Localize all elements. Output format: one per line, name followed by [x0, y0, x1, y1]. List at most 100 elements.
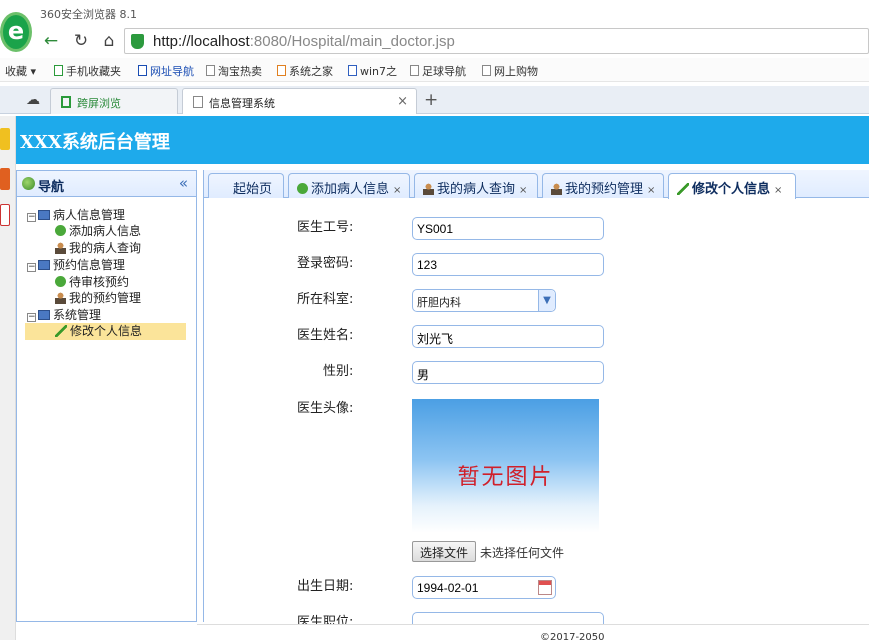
- bookmark-football[interactable]: 足球导航: [410, 63, 466, 79]
- back-arrow-icon[interactable]: ←: [40, 30, 62, 52]
- no-image-text: 暂无图片: [457, 465, 554, 490]
- tree-group-system[interactable]: − 系统管理: [27, 307, 101, 324]
- tree-group-patients[interactable]: − 病人信息管理: [27, 207, 125, 224]
- bookmark-favorites[interactable]: 收藏 ▾: [5, 63, 36, 79]
- department-select[interactable]: 肝胆内科 ▼: [412, 289, 556, 312]
- bookmark-nav[interactable]: 网址导航: [138, 63, 194, 79]
- tree-item-edit-profile[interactable]: 修改个人信息: [25, 323, 186, 340]
- tab-cross-screen[interactable]: 跨屏浏览: [50, 88, 178, 114]
- home-icon[interactable]: ⌂: [98, 30, 120, 52]
- content-panel: 起始页 添加病人信息 × 我的病人查询 × 我的预约管理 × 修改个人信息 × 医生工号…: [203, 170, 869, 635]
- gender-label: 性别:: [323, 364, 354, 379]
- doctor-id-input[interactable]: YS001: [412, 217, 604, 240]
- computer-icon: [38, 210, 50, 220]
- tree-item-pending-appointments[interactable]: 待审核预约: [55, 274, 129, 291]
- doctor-id-label: 医生工号:: [297, 220, 354, 235]
- app-title: XXX系统后台管理: [20, 132, 170, 153]
- page-icon: [206, 65, 215, 76]
- footer-text: ©2017-2050: [540, 632, 605, 640]
- content-tab-bar: 起始页 添加病人信息 × 我的病人查询 × 我的预约管理 × 修改个人信息 ×: [204, 170, 869, 199]
- add-icon: [297, 183, 308, 194]
- globe-icon: [22, 177, 35, 190]
- tab-info-system[interactable]: 信息管理系统 ×: [182, 88, 417, 114]
- close-icon[interactable]: ×: [774, 185, 782, 196]
- gender-input[interactable]: 男: [412, 361, 604, 384]
- browser-side-strip: [0, 116, 16, 640]
- birth-date-value: 1994-02-01: [417, 581, 479, 595]
- shield-icon: [131, 34, 144, 49]
- computer-icon: [38, 260, 50, 270]
- expand-toggle-icon[interactable]: −: [27, 213, 36, 222]
- page-icon: [138, 65, 147, 76]
- bookmarks-bar: 收藏 ▾ 手机收藏夹 网址导航 淘宝热卖 系统之家 win7之 足球导航 网上购…: [0, 58, 869, 82]
- name-input[interactable]: 刘光飞: [412, 325, 604, 348]
- add-icon: [55, 225, 66, 236]
- tab-edit-profile[interactable]: 修改个人信息 ×: [668, 173, 796, 199]
- app-header: XXX系统后台管理: [16, 116, 869, 164]
- browser-titlebar: e 360安全浏览器 8.1: [0, 0, 869, 52]
- tool-icon[interactable]: [0, 168, 10, 190]
- browser-name: 360安全浏览器 8.1: [40, 8, 137, 21]
- close-icon[interactable]: ×: [393, 185, 401, 196]
- bookmark-mobile[interactable]: 手机收藏夹: [54, 63, 121, 79]
- bookmark-shopping[interactable]: 网上购物: [482, 63, 538, 79]
- password-label: 登录密码:: [297, 256, 354, 271]
- add-icon: [55, 276, 66, 287]
- tree-item-my-appointments[interactable]: 我的预约管理: [55, 290, 141, 307]
- department-label: 所在科室:: [297, 292, 354, 307]
- pencil-icon: [677, 183, 689, 195]
- page-icon: [410, 65, 419, 76]
- choose-file-button[interactable]: 选择文件: [412, 541, 477, 562]
- avatar-label: 医生头像:: [297, 401, 354, 416]
- password-input[interactable]: 123: [412, 253, 604, 276]
- tab-my-patients[interactable]: 我的病人查询 ×: [414, 173, 538, 198]
- windows-icon: [348, 65, 357, 76]
- close-icon[interactable]: ×: [397, 94, 408, 109]
- avatar-image: 暂无图片: [412, 399, 599, 533]
- close-icon[interactable]: ×: [519, 185, 527, 196]
- tree-group-appointments[interactable]: − 预约信息管理: [27, 257, 125, 274]
- sidebar: 导航 « − 病人信息管理 添加病人信息 我的病人查询 − 预约信息管理 待审核预约…: [16, 170, 197, 622]
- expand-toggle-icon[interactable]: −: [27, 313, 36, 322]
- tab-add-patient[interactable]: 添加病人信息 ×: [288, 173, 410, 198]
- tab-my-appointments[interactable]: 我的预约管理 ×: [542, 173, 664, 198]
- user-icon: [55, 242, 66, 254]
- browser-tab-strip: ☁ 跨屏浏览 信息管理系统 × +: [0, 86, 869, 114]
- pencil-icon: [55, 325, 67, 337]
- address-bar[interactable]: http://localhost:8080/Hospital/main_doct…: [124, 28, 869, 54]
- sidebar-header: 导航 «: [17, 171, 196, 197]
- tool-icon[interactable]: [0, 204, 10, 226]
- bookmark-win7[interactable]: win7之: [348, 63, 397, 79]
- department-value: 肝胆内科: [417, 296, 461, 309]
- profile-form: 医生工号: YS001 登录密码: 123 所在科室: 肝胆内科 ▼ 医生姓名:…: [204, 199, 869, 635]
- cloud-icon[interactable]: ☁: [22, 89, 44, 111]
- birth-date-input[interactable]: 1994-02-01: [412, 576, 556, 599]
- phone-icon: [61, 96, 71, 108]
- url-text: http://localhost:8080/Hospital/main_doct…: [153, 33, 455, 50]
- file-status-text: 未选择任何文件: [480, 546, 565, 560]
- expand-toggle-icon[interactable]: −: [27, 263, 36, 272]
- browser-logo-icon: e: [0, 12, 32, 52]
- tree-item-my-patients[interactable]: 我的病人查询: [55, 240, 141, 257]
- bookmark-taobao[interactable]: 淘宝热卖: [206, 63, 262, 79]
- computer-icon: [38, 310, 50, 320]
- chevron-down-icon[interactable]: ▼: [538, 290, 555, 311]
- page-icon: [482, 65, 491, 76]
- tool-icon[interactable]: [0, 128, 10, 150]
- new-tab-button[interactable]: +: [424, 90, 438, 110]
- birth-label: 出生日期:: [297, 579, 354, 594]
- close-icon[interactable]: ×: [647, 185, 655, 196]
- page-icon: [193, 96, 203, 108]
- phone-icon: [54, 65, 63, 76]
- user-icon: [551, 183, 562, 195]
- collapse-icon[interactable]: «: [179, 174, 188, 192]
- tree-item-add-patient[interactable]: 添加病人信息: [55, 223, 141, 240]
- user-icon: [423, 183, 434, 195]
- tab-home[interactable]: 起始页: [208, 173, 284, 198]
- calendar-icon[interactable]: [538, 580, 552, 595]
- name-label: 医生姓名:: [297, 328, 354, 343]
- page-footer: ©2017-2050: [197, 624, 869, 640]
- bookmark-xitong[interactable]: 系统之家: [277, 63, 333, 79]
- refresh-icon[interactable]: ↻: [70, 30, 92, 52]
- sidebar-title: 导航: [38, 180, 65, 195]
